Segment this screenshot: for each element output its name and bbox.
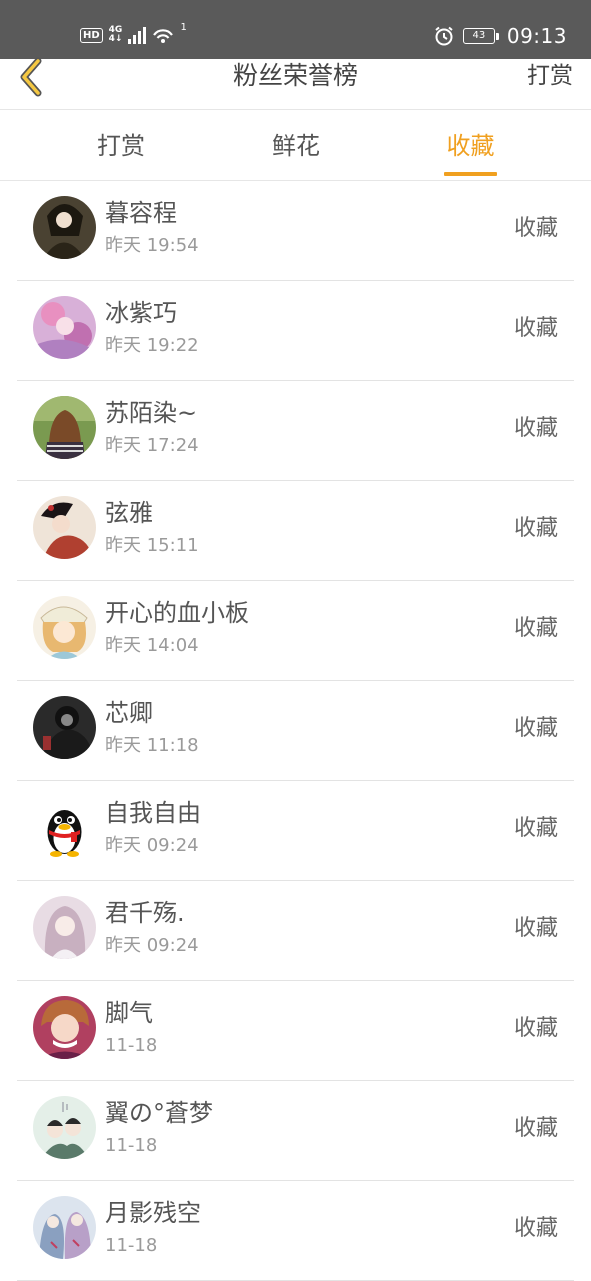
battery-level: 43 [462, 28, 495, 44]
list-item[interactable]: 暮容程 昨天 19:54 收藏 [17, 181, 574, 281]
reward-button[interactable]: 打赏 [527, 59, 573, 93]
list-item[interactable]: 弦雅 昨天 15:11 收藏 [17, 481, 574, 581]
user-name: 君千殇. [105, 899, 185, 927]
status-clock: 09:13 [506, 24, 567, 48]
battery-icon: 43 [462, 28, 499, 44]
status-right: 43 09:13 [433, 22, 567, 50]
action-label: 收藏 [513, 316, 558, 341]
action-label: 收藏 [513, 616, 558, 641]
timestamp: 昨天 17:24 [105, 435, 199, 456]
tab-flowers-label: 鲜花 [272, 132, 320, 160]
tab-reward-label: 打赏 [97, 132, 145, 160]
network-type-icon: 4G 4↓ [109, 26, 123, 44]
wifi-icon [153, 29, 174, 43]
tab-favorites-label: 收藏 [446, 132, 495, 160]
page-title: 粉丝荣誉榜 [232, 61, 358, 90]
user-name: 芯卿 [105, 699, 153, 727]
avatar [33, 496, 96, 559]
list-item[interactable]: 自我自由 昨天 09:24 收藏 [17, 781, 574, 881]
avatar [33, 396, 96, 459]
action-label: 收藏 [513, 716, 558, 741]
user-name: 苏陌染~ [105, 399, 198, 427]
active-tab-indicator [444, 172, 497, 176]
tab-reward[interactable]: 打赏 [95, 111, 147, 181]
avatar [33, 996, 96, 1059]
user-name: 弦雅 [105, 499, 153, 527]
tab-flowers[interactable]: 鲜花 [270, 111, 322, 181]
timestamp: 昨天 15:11 [105, 535, 199, 556]
avatar [33, 896, 96, 959]
action-label: 收藏 [513, 1016, 558, 1041]
action-label: 收藏 [513, 916, 558, 941]
list-item[interactable]: 君千殇. 昨天 09:24 收藏 [17, 881, 574, 981]
network-activity-label: 4↓ [108, 34, 123, 44]
list-item[interactable]: 苏陌染~ 昨天 17:24 收藏 [17, 381, 574, 481]
fan-list: 暮容程 昨天 19:54 收藏 冰紫巧 昨天 19:22 收藏 苏陌染~ 昨天 … [0, 181, 591, 1281]
avatar [33, 196, 96, 259]
tab-favorites[interactable]: 收藏 [444, 111, 497, 181]
user-name: 冰紫巧 [105, 299, 177, 327]
user-name: 开心的血小板 [105, 599, 249, 627]
timestamp: 11-18 [105, 1235, 158, 1256]
action-label: 收藏 [513, 416, 558, 441]
list-item[interactable]: 冰紫巧 昨天 19:22 收藏 [17, 281, 574, 381]
action-label: 收藏 [513, 816, 558, 841]
timestamp: 昨天 14:04 [105, 635, 199, 656]
list-item[interactable]: 月影残空 11-18 收藏 [17, 1181, 574, 1281]
top-navigation-bar: 粉丝荣誉榜 打赏 [0, 57, 591, 110]
user-name: 翼の°蒼梦 [105, 1099, 213, 1127]
timestamp: 昨天 09:24 [105, 835, 199, 856]
user-name: 暮容程 [105, 199, 177, 227]
user-name: 自我自由 [105, 799, 201, 827]
status-left: HD 4G 4↓ 1 [80, 22, 187, 48]
timestamp: 昨天 19:54 [105, 235, 199, 256]
avatar [33, 696, 96, 759]
action-label: 收藏 [513, 216, 558, 241]
action-label: 收藏 [513, 1216, 558, 1241]
list-item[interactable]: 翼の°蒼梦 11-18 收藏 [17, 1081, 574, 1181]
timestamp: 昨天 11:18 [105, 735, 199, 756]
avatar [33, 1096, 96, 1159]
avatar [33, 596, 96, 659]
hd-icon: HD [80, 27, 103, 43]
alarm-icon [435, 26, 453, 46]
tab-bar: 打赏 鲜花 收藏 [0, 111, 591, 181]
list-item[interactable]: 脚气 11-18 收藏 [17, 981, 574, 1081]
timestamp: 昨天 19:22 [105, 335, 199, 356]
action-label: 收藏 [513, 516, 558, 541]
status-bar: HD 4G 4↓ 1 43 09:13 [0, 0, 591, 59]
user-name: 脚气 [105, 999, 153, 1027]
qq-penguin-avatar [33, 796, 96, 859]
timestamp: 昨天 09:24 [105, 935, 199, 956]
timestamp: 11-18 [105, 1135, 158, 1156]
list-item[interactable]: 芯卿 昨天 11:18 收藏 [17, 681, 574, 781]
timestamp: 11-18 [105, 1035, 158, 1056]
action-label: 收藏 [513, 1116, 558, 1141]
user-name: 月影残空 [105, 1199, 201, 1227]
wifi-badge: 1 [180, 21, 187, 33]
list-item[interactable]: 开心的血小板 昨天 14:04 收藏 [17, 581, 574, 681]
signal-icon [128, 26, 147, 44]
avatar [33, 296, 96, 359]
avatar [33, 1196, 96, 1259]
